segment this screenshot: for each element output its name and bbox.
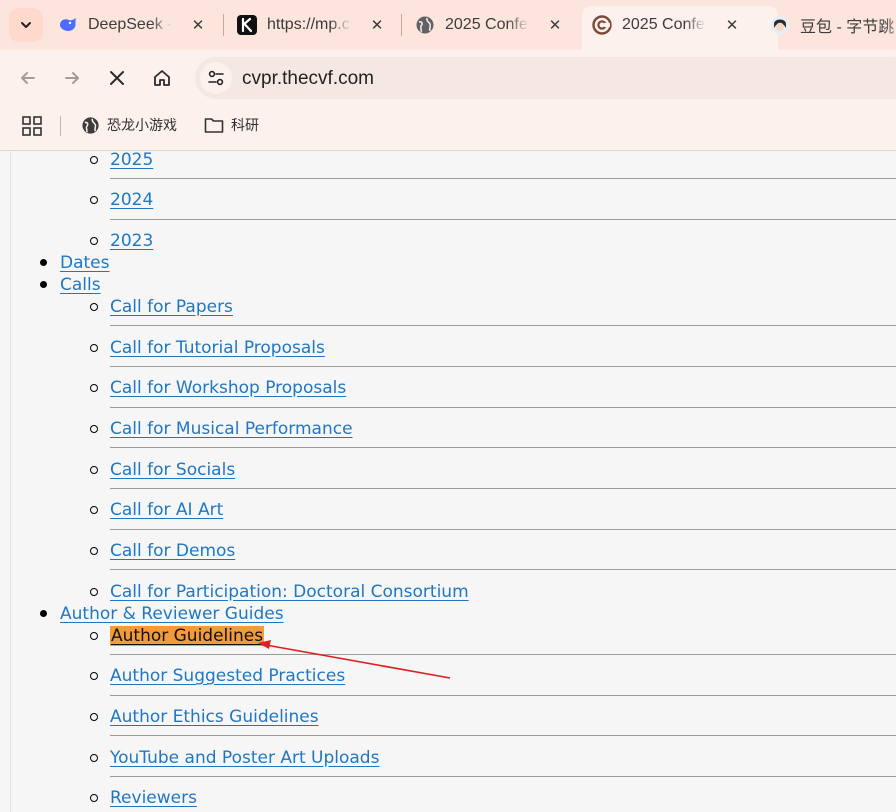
close-tab-icon[interactable]: ✕ — [188, 15, 208, 35]
forward-button[interactable] — [57, 63, 87, 93]
tab-search-button[interactable] — [9, 8, 43, 42]
bookmarks-divider — [60, 116, 61, 136]
tab-divider — [223, 14, 224, 36]
arrowhead-icon — [258, 640, 271, 649]
close-tab-icon[interactable]: ✕ — [367, 15, 387, 35]
arrow-left-icon — [21, 72, 35, 84]
globe-icon — [415, 15, 435, 35]
close-tab-icon[interactable]: ✕ — [545, 15, 565, 35]
doubao-avatar-icon — [770, 15, 790, 35]
tab-strip: DeepSeek - ✕ https://mp.c ✕ 2025 Confer … — [0, 0, 896, 50]
home-button[interactable] — [147, 63, 177, 93]
url-text: cvpr.thecvf.com — [242, 68, 374, 89]
stop-loading-button[interactable] — [102, 63, 132, 93]
tab-divider — [401, 14, 402, 36]
tab-title: 豆包 - 字节跳 — [800, 19, 895, 36]
globe-icon — [80, 115, 100, 135]
tab-title: 2025 Confer — [622, 16, 706, 33]
folder-icon — [204, 115, 224, 135]
bookmarks-bar: 恐龙小游戏 科研 — [0, 106, 896, 151]
deepseek-whale-icon — [58, 15, 78, 35]
tab-conference-1[interactable]: 2025 Confer ✕ — [415, 6, 565, 44]
tune-icon — [208, 70, 224, 86]
page-content: 2025 2024 2023 Dates Calls Call for Pape… — [0, 151, 896, 812]
back-button[interactable] — [13, 63, 43, 93]
tab-title: 2025 Confer — [445, 16, 529, 33]
bookmark-dino-game[interactable]: 恐龙小游戏 — [80, 115, 177, 135]
tab-title: https://mp.c — [267, 16, 350, 33]
close-icon — [110, 71, 124, 85]
apps-icon[interactable] — [22, 116, 42, 136]
arrow-right-icon — [65, 72, 79, 84]
bookmark-label: 恐龙小游戏 — [107, 118, 177, 134]
tab-title: DeepSeek - — [88, 16, 172, 33]
tab-conference-active[interactable]: 2025 Confer ✕ — [592, 6, 742, 44]
close-tab-icon[interactable]: ✕ — [722, 15, 742, 35]
bookmark-label: 科研 — [231, 118, 259, 134]
browser-toolbar: cvpr.thecvf.com — [0, 50, 896, 106]
home-icon — [154, 70, 170, 86]
annotation-arrow — [258, 640, 451, 679]
tab-deepseek[interactable]: DeepSeek - ✕ — [58, 6, 208, 44]
site-info-button[interactable] — [200, 62, 232, 94]
k-logo-icon — [237, 15, 257, 35]
address-bar[interactable]: cvpr.thecvf.com — [195, 57, 896, 99]
bookmark-folder-research[interactable]: 科研 — [204, 115, 259, 135]
cvpr-logo-icon — [592, 15, 612, 35]
chevron-down-icon — [21, 22, 31, 28]
tab-doubao[interactable]: 豆包 - 字节跳 — [770, 6, 896, 44]
tab-mp[interactable]: https://mp.c ✕ — [237, 6, 387, 44]
